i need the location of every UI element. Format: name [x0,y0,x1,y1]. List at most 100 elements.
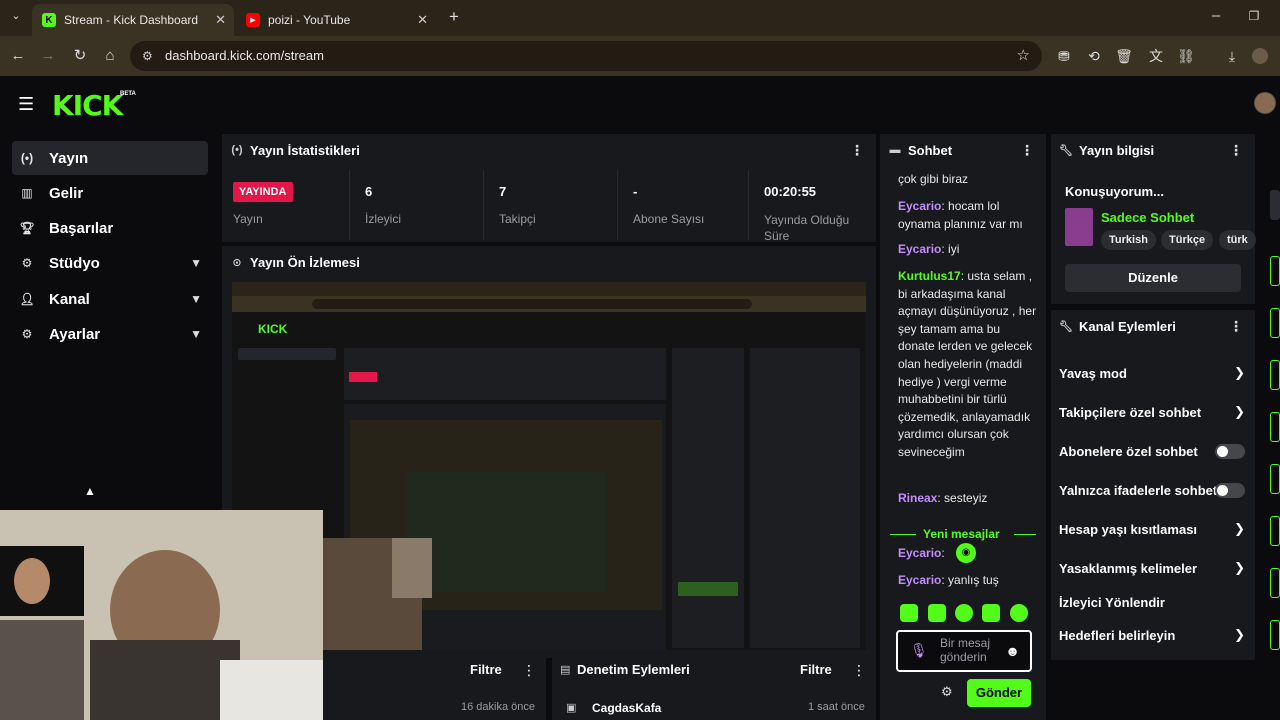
chat-username[interactable]: Kurtulus17 [898,269,961,283]
history-icon[interactable]: ⟲ [1084,46,1104,66]
action-slow-mode[interactable]: Yavaş mod ❯ [1059,365,1245,381]
filter-button[interactable]: Filtre [470,662,502,677]
extension-icon[interactable]: ⛃ [1054,46,1074,66]
tag-chip: Turkish [1101,230,1156,250]
sidebar-item-ayarlar[interactable]: ⚙ Ayarlar ▼ [12,317,208,351]
sidebar-item-gelir[interactable]: ▥ Gelir [12,176,208,210]
send-button[interactable]: Gönder [967,679,1031,707]
user-icon: 👤︎ [19,292,35,306]
tab-youtube[interactable]: ▶ poizi - YouTube ✕ [236,4,436,36]
link-icon[interactable]: ⛓ [1176,46,1196,66]
chat-username[interactable]: Rineax [898,491,937,505]
stat-label: Takipçi [499,212,536,226]
maximize-icon[interactable]: ❐ [1244,6,1264,26]
kick-logo[interactable]: KICK [52,89,123,122]
document-icon: ▤ [560,664,571,676]
action-banned-words[interactable]: Yasaklanmış kelimeler ❯ [1059,560,1245,576]
settings-icon: ⚙ [21,327,33,341]
back-icon[interactable]: ← [8,46,28,66]
sidebar-item-label: Stüdyo [49,254,100,272]
forward-icon[interactable]: → [38,46,58,66]
broadcast-icon: (•) [20,151,34,165]
more-options-icon[interactable]: ⋮ [1020,142,1034,159]
panel-header: ⊙ Yayın Ön İzlemesi [222,246,876,278]
chat-username[interactable]: Eycario [898,573,941,587]
url-bar[interactable]: ⚙ dashboard.kick.com/stream ☆ [130,41,1042,71]
more-options-icon[interactable]: ⋮ [850,142,864,159]
close-tab-icon[interactable]: ✕ [417,12,428,28]
chat-message: Eycario: hocam lol oynama planınız var m… [898,199,1023,231]
action-subscribers-only: Abonelere özel sohbet [1059,444,1245,459]
tag-chip: türk [1219,230,1256,250]
stat-viewers: 6 İzleyici [351,170,484,240]
subscribers-only-toggle[interactable] [1215,444,1245,459]
stat-value: - [633,184,638,199]
chevron-right-icon: ❯ [1234,560,1245,575]
site-info-icon[interactable]: ⚙ [142,41,153,71]
chat-username[interactable]: Eycario [898,199,941,213]
trash-icon[interactable]: 🗑 [1114,46,1134,66]
emote-icon[interactable] [955,604,973,622]
tab-list-icon[interactable]: ⌄ [6,6,26,26]
message-text: çok gibi biraz [898,172,969,186]
chat-settings-icon[interactable]: ⚙ [941,684,953,700]
sidebar-item-label: Gelir [49,184,84,202]
chevron-right-icon: ❯ [1234,521,1245,536]
chat-message: Eycario: ◉ [898,543,1038,563]
right-edge-strip [1266,188,1280,720]
action-label: Yasaklanmış kelimeler [1059,561,1198,576]
chat-message: çok gibi biraz [898,171,1038,189]
bookmark-star-icon[interactable]: ☆ [1017,41,1030,71]
mod-username[interactable]: CagdasKafa [592,701,661,715]
action-label: Hesap yaşı kısıtlaması [1059,522,1198,537]
action-account-age[interactable]: Hesap yaşı kısıtlaması ❯ [1059,521,1245,537]
category-name[interactable]: Sadece Sohbet [1101,210,1194,225]
tab-title: Stream - Kick Dashboard [64,13,199,27]
webcam-overlay [0,510,323,720]
sidebar-item-yayin[interactable]: (•) Yayın [12,141,208,175]
user-avatar[interactable] [1254,92,1276,114]
sidebar-item-studyo[interactable]: ⚙ Stüdyo ▼ [12,246,208,280]
url-text: dashboard.kick.com/stream [165,48,324,63]
reload-icon[interactable]: ↻ [70,46,90,66]
emoji-icon[interactable]: ☻ [1005,643,1020,659]
more-options-icon[interactable]: ⋮ [852,662,866,679]
filter-button[interactable]: Filtre [800,662,832,677]
download-icon[interactable]: ⤓ [1222,46,1242,66]
stream-preview-video[interactable]: KICK [232,282,866,650]
minimize-icon[interactable]: – [1206,6,1226,26]
emote-icon[interactable] [900,604,918,622]
emote-icon[interactable] [928,604,946,622]
close-tab-icon[interactable]: ✕ [215,12,226,28]
menu-icon[interactable]: ☰ [18,95,36,113]
broadcast-icon: (•) [231,144,243,156]
emote-icon[interactable] [982,604,1000,622]
action-followers-only[interactable]: Takipçilere özel sohbet ❯ [1059,404,1245,420]
microphone-icon[interactable]: 🎙︎ [910,642,928,659]
action-redirect-viewers[interactable]: İzleyici Yönlendir [1059,595,1245,610]
more-options-icon[interactable]: ⋮ [1229,318,1243,335]
chat-username[interactable]: Eycario [898,546,941,560]
edit-button[interactable]: Düzenle [1065,264,1241,292]
more-options-icon[interactable]: ⋮ [522,662,536,679]
stat-followers: 7 Takipçi [485,170,618,240]
profile-avatar[interactable] [1252,48,1268,64]
tab-kick-dashboard[interactable]: K Stream - Kick Dashboard ✕ [32,4,234,36]
sidebar-item-basarilar[interactable]: 🏆︎ Başarılar [12,211,208,245]
panel-header: 🔧︎ Yayın bilgisi ⋮ [1051,134,1255,166]
panel-title: Yayın bilgisi [1079,142,1155,158]
emote-icon[interactable] [1010,604,1028,622]
more-options-icon[interactable]: ⋮ [1229,142,1243,159]
home-icon[interactable]: ⌂ [100,46,120,66]
emotes-only-toggle[interactable] [1215,483,1245,498]
stream-info-panel: 🔧︎ Yayın bilgisi ⋮ Konuşuyorum... Sadece… [1051,134,1256,304]
action-label: Abonelere özel sohbet [1059,444,1198,459]
chat-username[interactable]: Eycario [898,242,941,256]
chat-input[interactable]: 🎙︎ Bir mesaj gönderin ☻ [896,630,1032,672]
sidebar-item-kanal[interactable]: 👤︎ Kanal ▼ [12,282,208,316]
sidebar-item-label: Başarılar [49,219,114,237]
message-text: sesteyiz [944,491,988,505]
action-set-goals[interactable]: Hedefleri belirleyin ❯ [1059,627,1245,643]
new-tab-icon[interactable]: + [444,7,464,27]
translate-icon[interactable]: 文 [1146,46,1166,66]
